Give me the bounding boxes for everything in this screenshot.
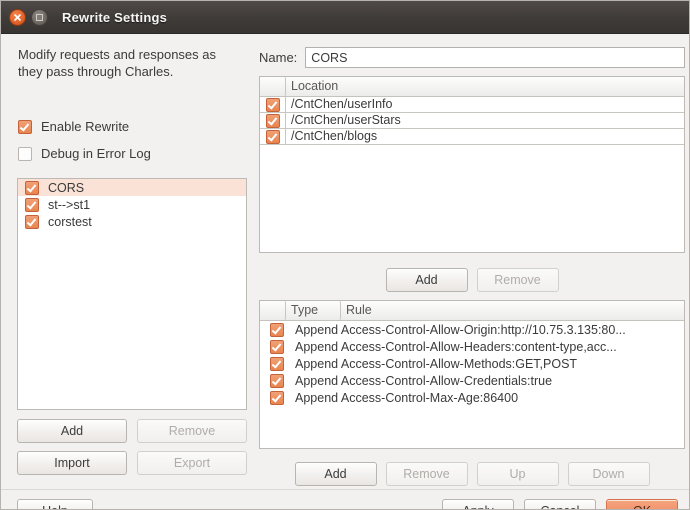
table-row[interactable]: Append Access-Control-Allow-Credentials:… <box>260 372 684 389</box>
list-item-checkbox[interactable] <box>25 214 39 229</box>
location-row-checkbox[interactable] <box>265 129 280 144</box>
name-input[interactable] <box>305 47 685 68</box>
location-header-location[interactable]: Location <box>286 77 684 96</box>
location-row-checkbox[interactable] <box>265 97 280 112</box>
rule-row-checkbox[interactable] <box>270 339 284 354</box>
ok-button[interactable]: OK <box>606 499 678 509</box>
right-panel: Name: Location /CntChen/userInfo <box>253 34 689 489</box>
rule-row-checkbox-cell[interactable] <box>260 356 288 371</box>
rule-buttons-row: Add Remove Up Down <box>259 462 685 486</box>
set-list-buttons-row-2: Import Export <box>17 451 247 475</box>
table-row[interactable]: Append Access-Control-Max-Age:86400 <box>260 389 684 406</box>
rule-header-type[interactable]: Type <box>286 301 341 320</box>
list-item-label: CORS <box>48 180 85 195</box>
rule-row-text: Append Access-Control-Allow-Origin:http:… <box>295 322 626 337</box>
location-row-checkbox-cell[interactable] <box>260 97 286 112</box>
location-row-checkbox-cell[interactable] <box>260 113 286 128</box>
apply-button[interactable]: Apply <box>442 499 514 509</box>
list-item-checkbox[interactable] <box>25 180 39 195</box>
set-add-button[interactable]: Add <box>17 419 127 443</box>
set-remove-button: Remove <box>137 419 247 443</box>
rule-header-rule[interactable]: Rule <box>341 301 684 320</box>
footer-actions: Apply Cancel OK <box>442 499 678 509</box>
enable-rewrite-checkbox[interactable] <box>18 119 32 134</box>
location-header-checkbox-col[interactable] <box>260 77 286 96</box>
name-label: Name: <box>259 50 298 65</box>
rule-row-checkbox-cell[interactable] <box>260 339 288 354</box>
list-item-label: st-->st1 <box>48 197 91 212</box>
rule-table-body: Append Access-Control-Allow-Origin:http:… <box>260 321 684 406</box>
window-title: Rewrite Settings <box>62 9 168 25</box>
table-row[interactable]: /CntChen/userInfo <box>260 97 684 113</box>
table-row[interactable]: Append Access-Control-Allow-Headers:cont… <box>260 338 684 355</box>
rule-header-checkbox-col[interactable] <box>260 301 286 320</box>
rule-row-checkbox[interactable] <box>270 373 284 388</box>
rule-row-checkbox-cell[interactable] <box>260 390 288 405</box>
table-row[interactable]: Append Access-Control-Allow-Origin:http:… <box>260 321 684 338</box>
debug-error-log-row[interactable]: Debug in Error Log <box>18 146 151 161</box>
restore-icon[interactable] <box>31 8 48 26</box>
rule-down-button: Down <box>567 462 650 486</box>
location-remove-button: Remove <box>476 268 559 292</box>
rule-remove-button: Remove <box>385 462 468 486</box>
name-row: Name: <box>259 47 685 68</box>
location-table-body: /CntChen/userInfo /CntChen/userStars /Cn… <box>260 97 684 145</box>
close-icon[interactable] <box>9 8 26 26</box>
location-row-checkbox[interactable] <box>265 113 280 128</box>
set-import-button[interactable]: Import <box>17 451 127 475</box>
rule-table-header: Type Rule <box>260 301 684 321</box>
debug-error-log-label: Debug in Error Log <box>41 146 151 161</box>
table-row[interactable]: /CntChen/blogs <box>260 129 684 145</box>
left-panel: Modify requests and responses as they pa… <box>1 34 253 489</box>
rule-row-text: Append Access-Control-Allow-Methods:GET,… <box>295 356 578 371</box>
location-row-value: /CntChen/userInfo <box>291 97 393 111</box>
rule-row-text: Append Access-Control-Allow-Headers:cont… <box>295 339 617 354</box>
list-item-label: corstest <box>48 214 92 229</box>
title-bar: Rewrite Settings <box>1 1 689 34</box>
location-row-checkbox-cell[interactable] <box>260 129 286 144</box>
help-button[interactable]: Help <box>17 499 93 509</box>
location-row-value: /CntChen/userStars <box>291 113 401 127</box>
rule-up-button: Up <box>476 462 559 486</box>
rule-row-checkbox-cell[interactable] <box>260 373 288 388</box>
rule-row-checkbox-cell[interactable] <box>260 322 288 337</box>
table-row[interactable]: /CntChen/userStars <box>260 113 684 129</box>
rewrite-settings-dialog: Rewrite Settings Modify requests and res… <box>0 0 690 510</box>
rule-row-text: Append Access-Control-Max-Age:86400 <box>295 390 519 405</box>
rule-row-checkbox[interactable] <box>270 390 284 405</box>
rewrite-set-list[interactable]: CORS st-->st1 corstest <box>17 178 247 410</box>
rule-row-checkbox[interactable] <box>270 356 284 371</box>
location-add-button[interactable]: Add <box>385 268 468 292</box>
location-row-value: /CntChen/blogs <box>291 129 378 143</box>
rule-table[interactable]: Type Rule Append Access-Control-Allow-Or… <box>259 300 685 449</box>
enable-rewrite-row[interactable]: Enable Rewrite <box>18 119 129 134</box>
dialog-footer: Help Apply Cancel OK <box>1 489 689 509</box>
enable-rewrite-label: Enable Rewrite <box>41 119 130 134</box>
list-item[interactable]: corstest <box>18 213 246 230</box>
set-export-button: Export <box>137 451 247 475</box>
location-table[interactable]: Location /CntChen/userInfo /CntChen/user… <box>259 76 685 253</box>
cancel-button[interactable]: Cancel <box>524 499 596 509</box>
table-row[interactable]: Append Access-Control-Allow-Methods:GET,… <box>260 355 684 372</box>
location-buttons-row: Add Remove <box>259 268 685 292</box>
rule-row-text: Append Access-Control-Allow-Credentials:… <box>295 373 553 388</box>
list-item[interactable]: CORS <box>18 179 246 196</box>
rule-row-checkbox[interactable] <box>270 322 284 337</box>
description-text: Modify requests and responses as they pa… <box>18 47 216 79</box>
set-list-buttons-row-1: Add Remove <box>17 419 247 443</box>
rule-add-button[interactable]: Add <box>294 462 377 486</box>
dialog-content: Modify requests and responses as they pa… <box>1 34 689 509</box>
debug-error-log-checkbox[interactable] <box>18 146 32 161</box>
list-item-checkbox[interactable] <box>25 197 39 212</box>
location-table-header: Location <box>260 77 684 97</box>
list-item[interactable]: st-->st1 <box>18 196 246 213</box>
